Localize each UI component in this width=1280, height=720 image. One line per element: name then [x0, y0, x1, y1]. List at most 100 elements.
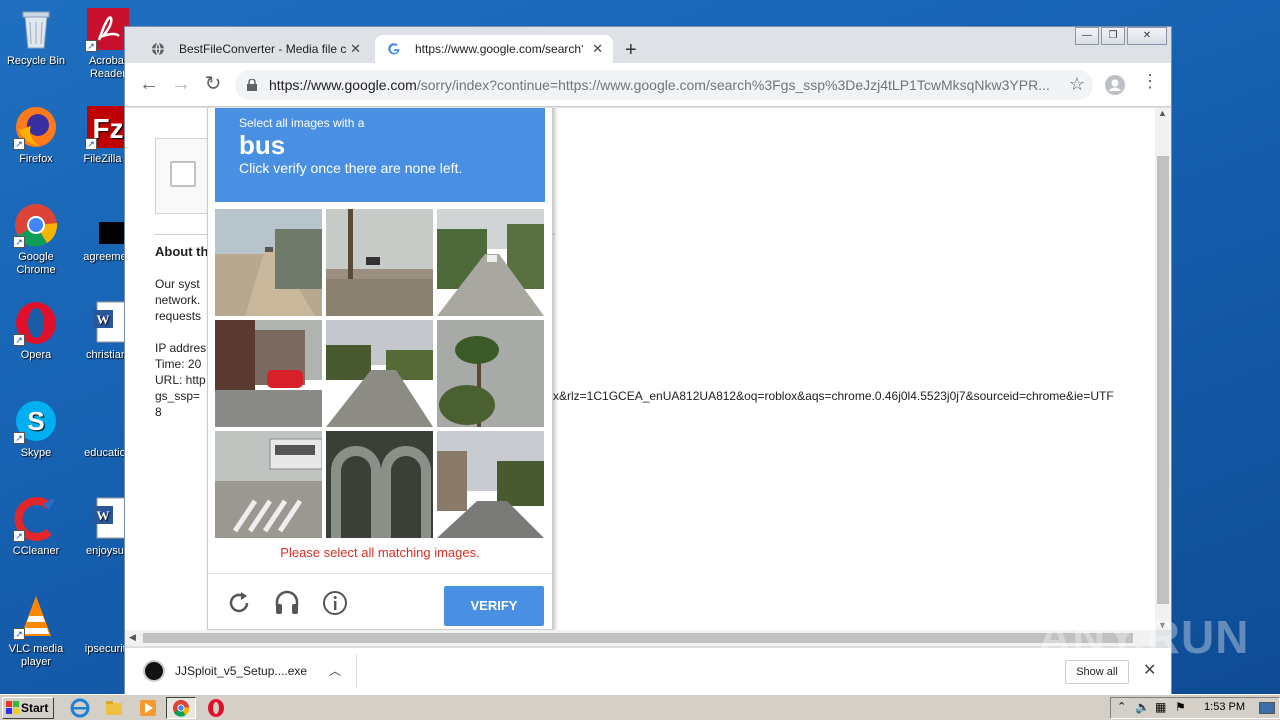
firefox-icon: ↗ [13, 104, 59, 150]
desktop-icon-opera[interactable]: ↗ Opera [0, 300, 72, 362]
image-tile[interactable] [326, 431, 433, 538]
scroll-up-icon[interactable]: ▲ [1158, 108, 1167, 118]
start-button[interactable]: Start [2, 697, 54, 719]
info-icon[interactable] [322, 590, 348, 616]
show-hidden-icons-icon[interactable]: ⌃ [1117, 700, 1126, 713]
desktop-icon-ccleaner[interactable]: ↗ CCleaner [0, 496, 72, 558]
maximize-button[interactable]: ❐ [1101, 27, 1125, 45]
recaptcha-checkbox[interactable] [170, 161, 196, 187]
minimize-button[interactable]: — [1075, 27, 1099, 45]
svg-text:S: S [27, 406, 44, 436]
image-tile[interactable] [437, 209, 544, 316]
exe-file-icon [143, 660, 165, 682]
skype-icon: S ↗ [13, 398, 59, 444]
image-tile[interactable] [326, 209, 433, 316]
instruction-subtext: Click verify once there are none left. [239, 160, 463, 176]
opera-icon: ↗ [13, 300, 59, 346]
image-tile[interactable] [215, 431, 322, 538]
body-line: requests [155, 309, 202, 323]
opera-icon[interactable] [206, 698, 226, 718]
folder-icon[interactable] [104, 698, 124, 718]
url-path: /sorry/index?continue=https://www.google… [416, 77, 1050, 93]
download-item[interactable]: JJSploit_v5_Setup....exe ︿ [137, 654, 357, 688]
internet-explorer-icon[interactable] [70, 698, 90, 718]
info-line: Time: 20 [155, 357, 202, 371]
recycle-bin-icon [13, 6, 59, 52]
url-tail-text: x&rlz=1C1GCEA_enUA812UA812&oq=roblox&aqs… [553, 389, 1114, 403]
profile-avatar-icon[interactable] [1105, 75, 1125, 95]
tab-title: https://www.google.com/search?gs_ [415, 42, 583, 56]
chrome-icon: ↗ [13, 202, 59, 248]
new-tab-button[interactable]: + [625, 40, 637, 60]
anyrun-watermark: ANY.RUN [1038, 611, 1250, 663]
chevron-up-icon[interactable]: ︿ [329, 662, 341, 679]
tab-close-icon[interactable]: ✕ [350, 35, 361, 63]
horizontal-scrollbar[interactable]: ◀ [125, 630, 1155, 646]
address-bar[interactable]: https://www.google.com/sorry/index?conti… [235, 70, 1093, 100]
google-g-icon [388, 43, 400, 55]
clock: 1:53 PM [1204, 701, 1245, 713]
desktop-icon-label: Skype [20, 447, 52, 459]
image-grid [215, 209, 545, 539]
media-player-icon[interactable] [138, 698, 158, 718]
image-tile[interactable] [437, 431, 544, 538]
svg-text:W: W [97, 508, 110, 523]
desktop-icon-label: Firefox [19, 153, 53, 165]
scroll-left-icon[interactable]: ◀ [129, 632, 136, 643]
image-tile[interactable] [215, 209, 322, 316]
desktop-icon-firefox[interactable]: ↗ Firefox [0, 104, 72, 166]
network-icon[interactable]: ▦ [1155, 700, 1166, 714]
body-line: Our syst [155, 277, 200, 291]
desktop-icon-chrome[interactable]: ↗ Google Chrome [0, 202, 72, 277]
challenge-footer: VERIFY [208, 573, 552, 630]
info-line: IP addres [155, 341, 207, 355]
image-tile[interactable] [326, 320, 433, 427]
taskbar: Start ⌃ 🔈 ▦ ⚑ 1:53 PM [0, 694, 1280, 720]
downloads-shelf: JJSploit_v5_Setup....exe ︿ Show all ✕ [125, 647, 1171, 694]
vlc-icon: ↗ [13, 594, 59, 640]
desktop-icon-skype[interactable]: S ↗ Skype [0, 398, 72, 460]
desktop-icon-recycle-bin[interactable]: Recycle Bin [0, 6, 72, 68]
volume-icon[interactable]: 🔈 [1135, 700, 1150, 714]
info-line: gs_ssp= [155, 389, 201, 403]
forward-arrow-icon[interactable]: → [169, 73, 193, 97]
reload-challenge-icon[interactable] [226, 590, 252, 616]
tab-google-search[interactable]: https://www.google.com/search?gs_ ✕ [375, 35, 613, 63]
scroll-thumb[interactable] [1157, 156, 1169, 604]
desktop-icon-label: VLC media player [8, 643, 64, 668]
browser-toolbar: ← → ↻ https://www.google.com/sorry/index… [125, 63, 1171, 107]
audio-challenge-icon[interactable] [274, 590, 300, 616]
chrome-icon [172, 699, 190, 717]
tab-bestfileconverter[interactable]: BestFileConverter - Media file conver ✕ [139, 35, 371, 63]
close-window-button[interactable]: ✕ [1127, 27, 1167, 45]
download-filename: JJSploit_v5_Setup....exe [175, 664, 308, 678]
scroll-thumb[interactable] [143, 633, 1133, 643]
desktop-icon-label: CCleaner [12, 545, 60, 557]
show-desktop-icon[interactable] [1259, 702, 1275, 714]
action-center-flag-icon[interactable]: ⚑ [1175, 700, 1186, 714]
desktop-icon-vlc[interactable]: ↗ VLC media player [0, 594, 72, 669]
back-arrow-icon[interactable]: ← [137, 73, 161, 97]
image-tile[interactable] [437, 320, 544, 427]
taskbar-chrome-button[interactable] [166, 697, 196, 719]
menu-kebab-icon[interactable]: ⋮ [1141, 71, 1159, 92]
image-tile[interactable] [215, 320, 322, 427]
challenge-header: Select all images with a bus Click verif… [215, 108, 545, 202]
bookmark-star-icon[interactable]: ☆ [1069, 74, 1085, 95]
desktop-icon-label: Recycle Bin [6, 55, 66, 67]
info-line: 8 [155, 405, 162, 419]
tab-title: BestFileConverter - Media file conver [179, 42, 347, 56]
recaptcha-challenge: Select all images with a bus Click verif… [207, 108, 553, 630]
verify-button[interactable]: VERIFY [444, 586, 544, 626]
svg-text:Fz: Fz [92, 113, 123, 144]
instruction-text: Select all images with a [239, 116, 365, 130]
lock-icon [247, 79, 257, 91]
about-heading: About th [155, 244, 209, 259]
start-label: Start [21, 701, 49, 715]
tab-close-icon[interactable]: ✕ [592, 35, 603, 63]
target-object: bus [239, 130, 286, 160]
reload-icon[interactable]: ↻ [201, 73, 225, 97]
ccleaner-icon: ↗ [13, 496, 59, 542]
globe-icon [152, 42, 164, 56]
vertical-scrollbar[interactable]: ▲ ▼ [1155, 108, 1171, 630]
